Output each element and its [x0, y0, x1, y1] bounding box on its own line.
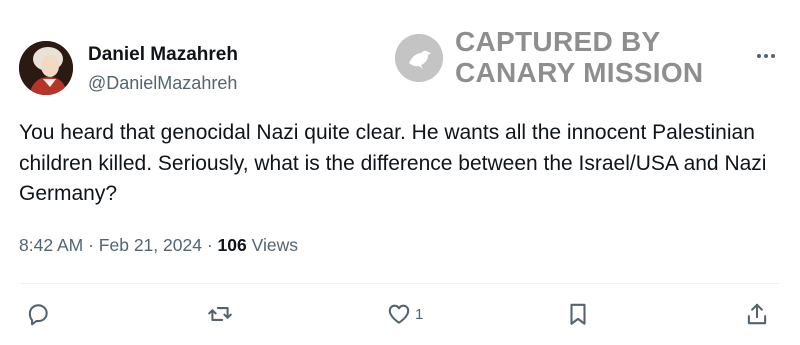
- watermark: CAPTURED BY CANARY MISSION: [395, 26, 725, 88]
- avatar[interactable]: [19, 41, 73, 95]
- meta-separator: ·: [206, 235, 213, 255]
- views-label: Views: [251, 235, 298, 255]
- share-icon: [747, 303, 767, 325]
- meta-separator: ·: [88, 235, 94, 255]
- reply-button[interactable]: [25, 298, 51, 330]
- tweet-time[interactable]: 8:42 AM: [19, 235, 83, 255]
- retweet-button[interactable]: [207, 298, 233, 330]
- author-handle[interactable]: @DanielMazahreh: [88, 73, 237, 94]
- bookmark-icon: [570, 303, 586, 325]
- like-count: 1: [415, 305, 424, 323]
- tweet-meta: 8:42 AM · Feb 21, 2024 · 106 Views: [19, 235, 298, 256]
- tweet: Daniel Mazahreh @DanielMazahreh CAPTURED…: [0, 0, 800, 345]
- watermark-line-1: CAPTURED BY: [455, 26, 661, 57]
- tweet-date[interactable]: Feb 21, 2024: [99, 235, 202, 255]
- share-button[interactable]: [744, 298, 770, 330]
- watermark-line-2: CANARY MISSION: [455, 57, 704, 88]
- reply-icon: [28, 304, 48, 326]
- like-button[interactable]: 1: [386, 298, 423, 330]
- author-name[interactable]: Daniel Mazahreh: [88, 44, 238, 66]
- divider: [19, 283, 779, 284]
- action-bar: 1: [0, 298, 800, 330]
- heart-icon: [388, 304, 410, 324]
- more-dots-icon: [757, 54, 775, 58]
- views-count: 106: [217, 235, 247, 255]
- more-options-button[interactable]: [752, 44, 780, 68]
- canary-bird-icon: [395, 34, 443, 82]
- tweet-text: You heard that genocidal Nazi quite clea…: [19, 121, 767, 205]
- retweet-icon: [208, 307, 232, 321]
- avatar-portrait-icon: [19, 41, 73, 95]
- bookmark-button[interactable]: [565, 298, 591, 330]
- watermark-text: CAPTURED BY CANARY MISSION: [455, 26, 703, 88]
